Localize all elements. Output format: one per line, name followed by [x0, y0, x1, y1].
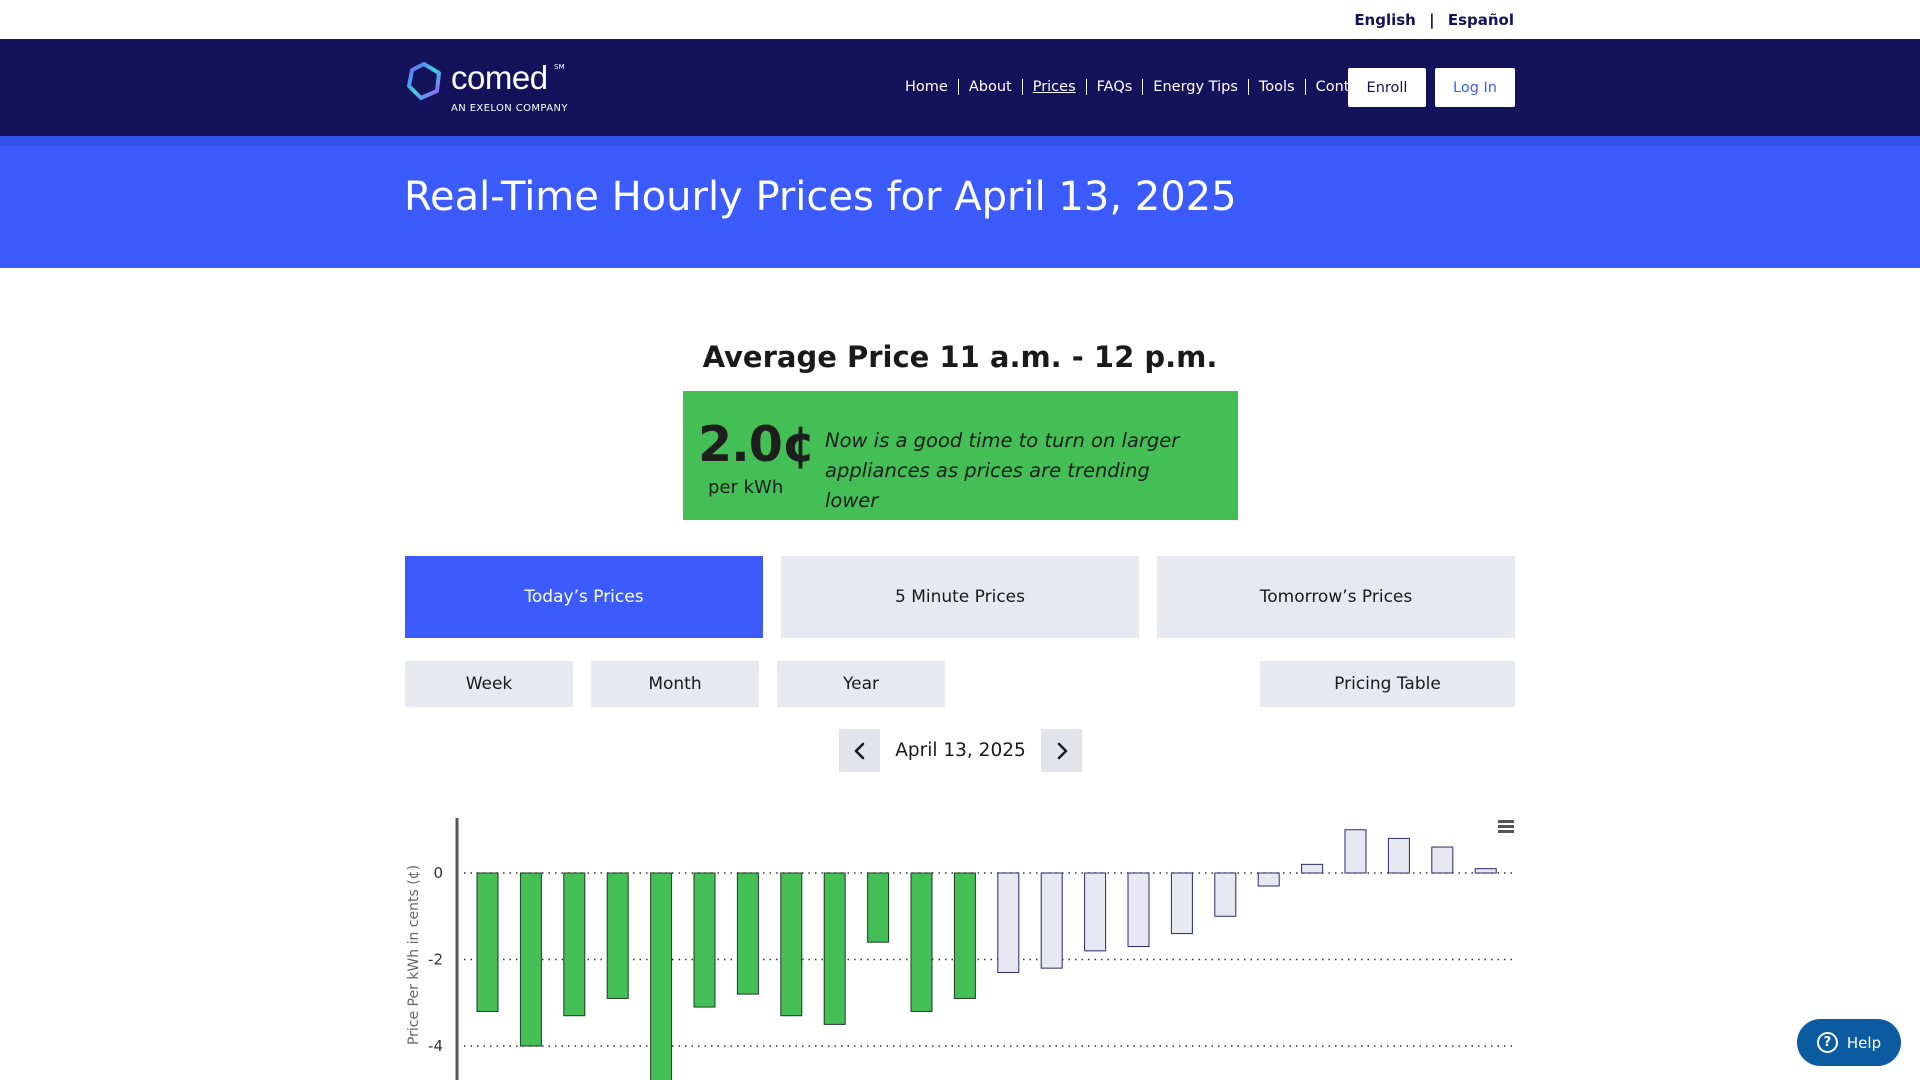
chart-bar[interactable] — [563, 872, 586, 1017]
question-circle-icon: ? — [1816, 1032, 1838, 1053]
chart-bar[interactable] — [953, 872, 976, 999]
next-date-button[interactable] — [1041, 729, 1082, 772]
chart-bar[interactable] — [1214, 872, 1237, 917]
current-price-unit: per kWh — [708, 477, 784, 498]
comed-logo-icon — [407, 62, 441, 100]
chart-bar[interactable] — [1474, 868, 1497, 874]
logo-tagline: AN EXELON COMPANY — [451, 103, 568, 114]
lang-separator: | — [1429, 11, 1435, 29]
chart-bar[interactable] — [1084, 872, 1107, 952]
chevron-right-icon — [1057, 742, 1067, 759]
average-price-heading: Average Price 11 a.m. - 12 p.m. — [702, 340, 1218, 374]
chart-y-tick-label: -2 — [428, 951, 443, 969]
chart-bars — [476, 829, 1497, 1080]
chart-bar[interactable] — [1127, 872, 1150, 948]
chart-bar[interactable] — [519, 872, 542, 1047]
chart-bar[interactable] — [606, 872, 629, 999]
current-price-value: 2.0¢ — [698, 416, 816, 473]
year-button[interactable]: Year — [777, 661, 945, 707]
language-links: English | Español — [1354, 11, 1514, 29]
chart-menu-bar — [1498, 825, 1514, 828]
chart-bar[interactable] — [1387, 837, 1410, 874]
nav-home-link[interactable]: Home — [897, 79, 959, 95]
main-menu: Home About Prices FAQs Energy Tips Tools… — [897, 79, 1382, 95]
chart-bar[interactable] — [1344, 829, 1367, 874]
help-label: Help — [1846, 1033, 1882, 1052]
chart-y-ticks: 0 -2 -4 — [428, 864, 443, 1055]
hourly-price-chart: 0 -2 -4 Price Per kWh in cents (¢) — [406, 818, 1516, 1080]
current-price-card: 2.0¢ per kWh Now is a good time to turn … — [683, 391, 1238, 520]
lang-english-link[interactable]: English — [1354, 11, 1416, 29]
chart-bar[interactable] — [736, 872, 759, 995]
login-button[interactable]: Log In — [1435, 68, 1515, 107]
comed-logo[interactable]: comed SM AN EXELON COMPANY — [404, 59, 584, 119]
nav-energy-tips-link[interactable]: Energy Tips — [1143, 79, 1249, 95]
nav-about-link[interactable]: About — [959, 79, 1023, 95]
price-advice-message: Now is a good time to turn on larger app… — [825, 429, 1180, 512]
current-date-label: April 13, 2025 — [895, 740, 1026, 761]
enroll-button[interactable]: Enroll — [1348, 68, 1426, 107]
chart-y-tick-label: -4 — [428, 1037, 443, 1055]
chart-y-axis-label: Price Per kWh in cents (¢) — [406, 865, 422, 1045]
language-bar: English | Español — [0, 0, 1920, 39]
top-navigation: comed SM AN EXELON COMPANY Home About Pr… — [0, 39, 1920, 136]
logo-wordmark: comed — [451, 59, 548, 96]
chart-bar[interactable] — [1301, 863, 1324, 874]
tab-tomorrows-prices[interactable]: Tomorrow’s Prices — [1157, 556, 1515, 638]
chart-bar[interactable] — [476, 872, 499, 1012]
chart-bar[interactable] — [1431, 846, 1454, 874]
chart-bar[interactable] — [997, 872, 1020, 973]
hero-strip — [0, 136, 1920, 146]
hero-banner: Real-Time Hourly Prices for April 13, 20… — [0, 136, 1920, 268]
help-button[interactable]: ? Help — [1797, 1019, 1901, 1066]
chart-menu-icon[interactable] — [1498, 820, 1516, 834]
chart-bar[interactable] — [1257, 872, 1280, 887]
nav-prices-link[interactable]: Prices — [1023, 79, 1087, 95]
chart-y-tick-label: 0 — [433, 864, 443, 882]
chart-bar[interactable] — [780, 872, 803, 1017]
chevron-left-icon — [854, 742, 864, 759]
chart-bar[interactable] — [823, 872, 846, 1025]
chart-bar[interactable] — [1040, 872, 1063, 969]
chart-bar[interactable] — [867, 872, 890, 943]
chart-bar[interactable] — [693, 872, 716, 1008]
nav-tools-link[interactable]: Tools — [1249, 79, 1306, 95]
previous-date-button[interactable] — [839, 729, 880, 772]
month-button[interactable]: Month — [591, 661, 759, 707]
tab-todays-prices[interactable]: Today’s Prices — [405, 556, 763, 638]
logo-service-mark: SM — [554, 63, 565, 71]
lang-espanol-link[interactable]: Español — [1448, 11, 1514, 29]
pricing-table-button[interactable]: Pricing Table — [1260, 661, 1515, 707]
chart-bar[interactable] — [650, 872, 673, 1080]
page-title: Real-Time Hourly Prices for April 13, 20… — [404, 174, 1237, 220]
nav-faqs-link[interactable]: FAQs — [1087, 79, 1144, 95]
week-button[interactable]: Week — [405, 661, 573, 707]
chart-bar[interactable] — [1170, 872, 1193, 935]
chart-menu-bar — [1498, 820, 1514, 823]
chart-bar[interactable] — [910, 872, 933, 1012]
chart-menu-bar — [1498, 830, 1514, 833]
tab-5-minute-prices[interactable]: 5 Minute Prices — [781, 556, 1139, 638]
